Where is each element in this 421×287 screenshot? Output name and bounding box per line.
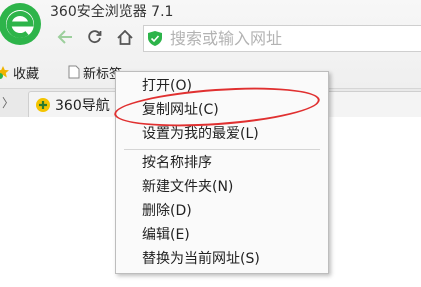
menu-item-copy-url[interactable]: 复制网址(C) <box>116 99 328 121</box>
360-nav-icon <box>36 97 50 112</box>
favorites-label: 收藏 <box>13 66 40 82</box>
shield-icon <box>148 31 162 46</box>
refresh-icon <box>88 30 102 44</box>
menu-item-delete[interactable]: 删除(D) <box>116 200 328 222</box>
menu-item-edit[interactable]: 编辑(E) <box>116 224 328 246</box>
menu-item-open[interactable]: 打开(O) <box>116 75 328 97</box>
address-bar[interactable] <box>143 25 421 52</box>
window-title: 360安全浏览器 7.1 <box>50 4 174 20</box>
context-menu: 打开(O) 复制网址(C) 设置为我的最爱(L) 按名称排序 新建文件夹(N) … <box>115 71 329 274</box>
favorites-button[interactable]: 收藏 <box>0 62 39 82</box>
home-button[interactable] <box>112 24 138 50</box>
chevron-right-icon[interactable]: 〉 <box>2 94 14 111</box>
menu-item-replace-url[interactable]: 替换为当前网址(S) <box>116 248 328 270</box>
tab-360-nav[interactable]: 360导航 <box>28 91 126 117</box>
tab-label: 360导航 <box>55 97 110 114</box>
menu-item-sort-by-name[interactable]: 按名称排序 <box>116 152 328 174</box>
address-input[interactable] <box>170 27 416 49</box>
home-icon <box>117 29 133 45</box>
menu-separator <box>124 149 320 150</box>
menu-item-set-favorite[interactable]: 设置为我的最爱(L) <box>116 123 328 145</box>
page-icon <box>68 65 80 79</box>
back-button[interactable] <box>52 24 78 50</box>
refresh-button[interactable] <box>82 24 108 50</box>
new-tab-bookmark[interactable]: 新标签 <box>68 62 122 82</box>
arrow-left-icon <box>57 30 72 44</box>
menu-item-new-folder[interactable]: 新建文件夹(N) <box>116 176 328 198</box>
360-browser-logo-icon <box>0 3 41 45</box>
star-add-icon <box>0 66 9 79</box>
